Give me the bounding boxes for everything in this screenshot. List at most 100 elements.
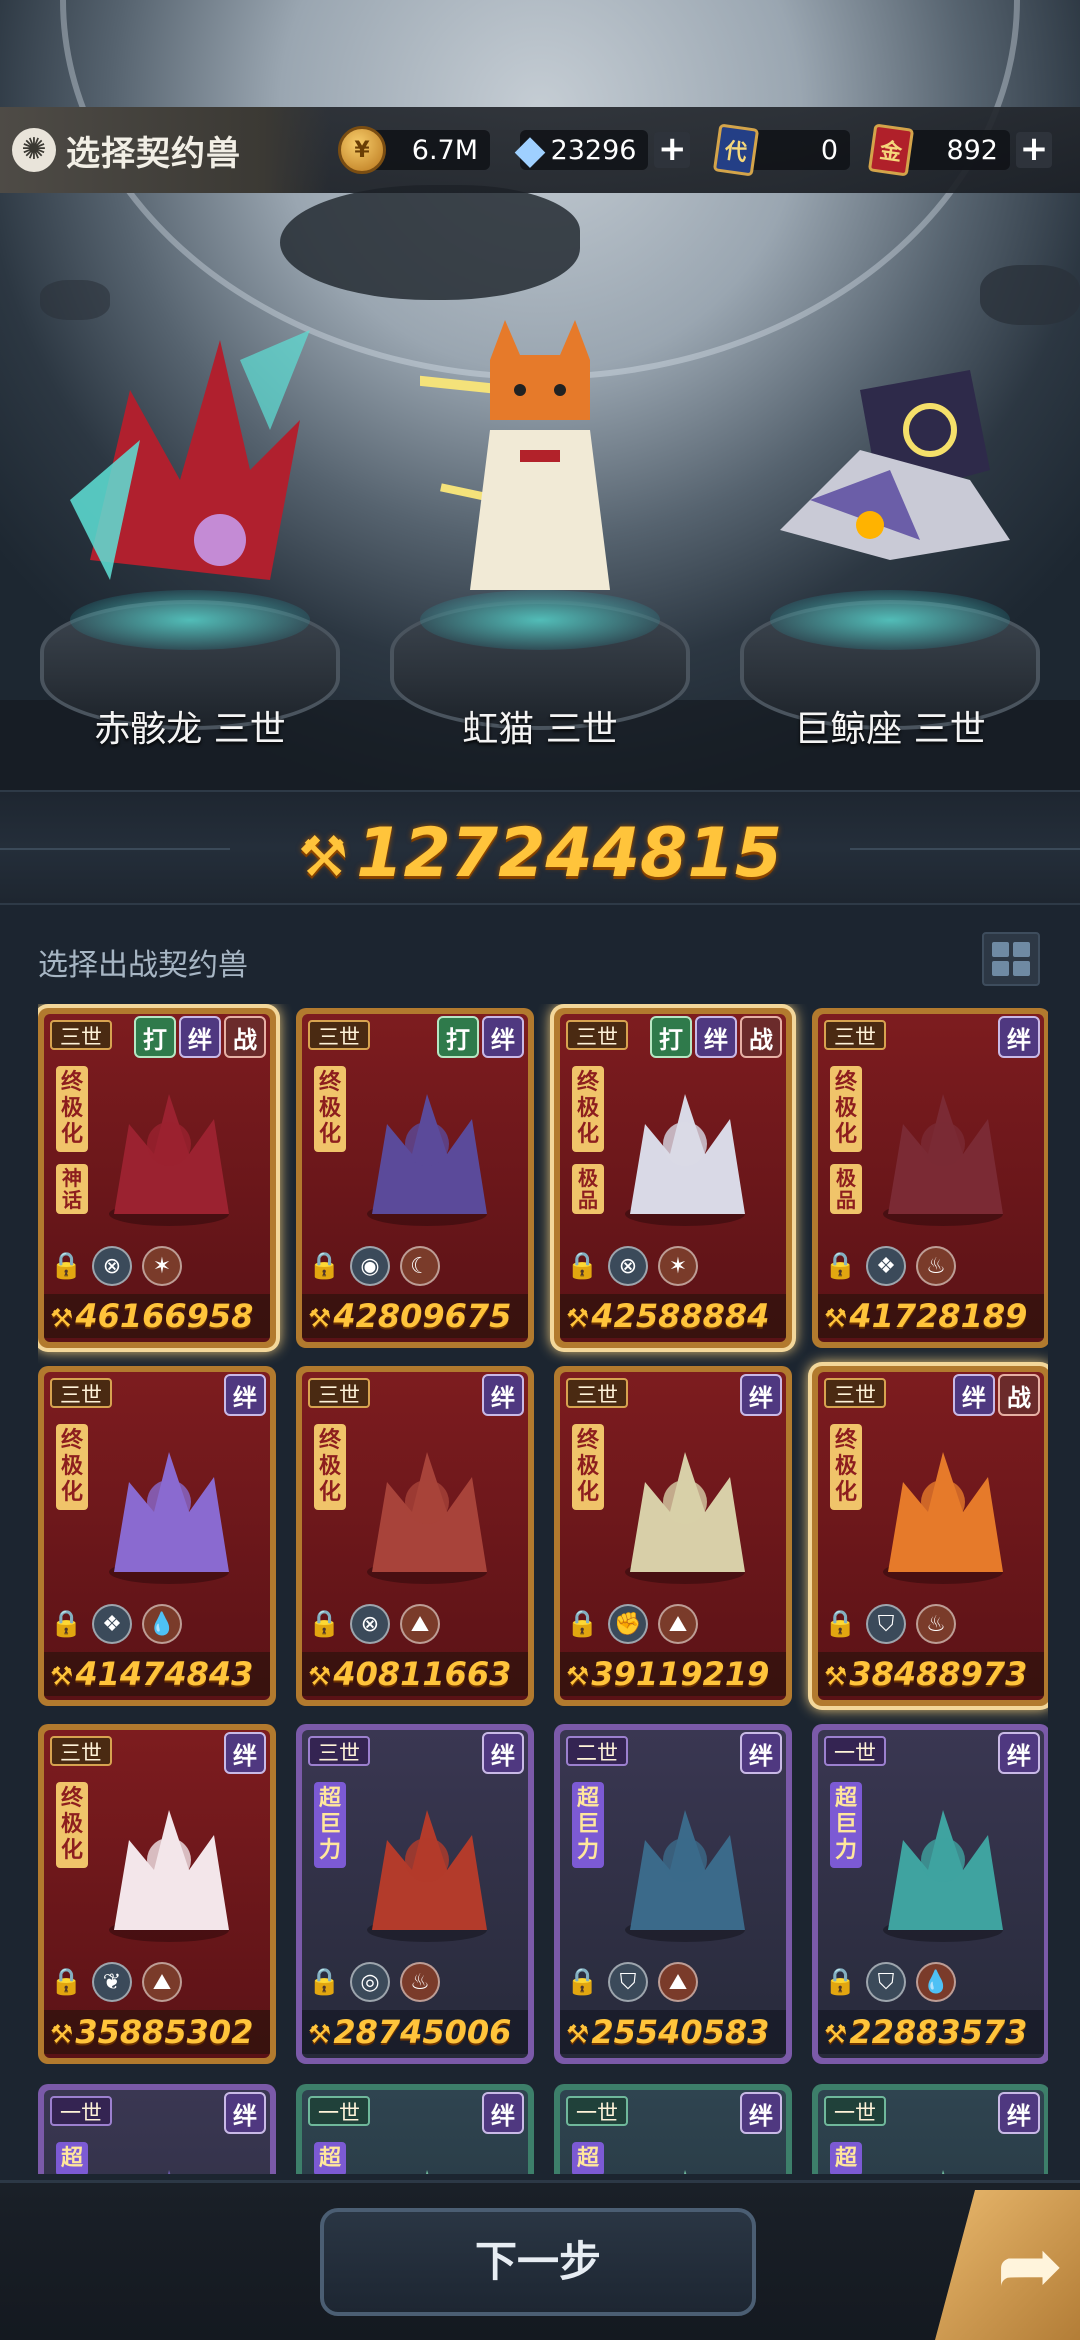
pet-card[interactable]: 三世 打绊 终极化 🔒 ◉ ☾ ⚒42809675 (296, 1008, 534, 1348)
pet-card[interactable]: 一世 绊 超 (554, 2084, 792, 2174)
grid-icon-cell (1013, 942, 1030, 957)
team-slot-1[interactable]: 赤骸龙 三世 (20, 300, 360, 790)
card-power-value: 42809675 (333, 1297, 512, 1335)
card-power-value: 41474843 (75, 1655, 254, 1693)
pet-card[interactable]: 二世 绊 超巨力 🔒 ⛉ ⛰ ⚒25540583 (554, 1724, 792, 2064)
lock-icon[interactable]: 🔒 (824, 1965, 856, 1999)
lock-icon[interactable]: 🔒 (308, 1965, 340, 1999)
element-icon: ⊗ (608, 1246, 648, 1286)
add-gold-button[interactable]: + (1016, 132, 1052, 168)
team-slot-name: 虹猫 三世 (462, 709, 618, 750)
pet-card-inner: 一世 绊 超巨力 🔒 ⛉ 💧 ⚒22883573 (818, 1730, 1044, 2058)
card-power-value: 39119219 (591, 1655, 770, 1693)
card-icon-row: 🔒 ⛉ ⛰ (566, 1960, 786, 2004)
attribute-icon: 💧 (916, 1962, 956, 2002)
status-tag: 绊 (482, 2092, 524, 2134)
pet-card[interactable]: 一世 绊 超巨力 🔒 ⛉ 💧 ⚒22883573 (812, 1724, 1048, 2064)
card-power: ⚒41474843 (44, 1652, 270, 1696)
status-tag: 绊 (998, 1016, 1040, 1058)
evolution-badge: 终极化 (830, 1424, 862, 1510)
page-title-box[interactable]: ✺ 选择契约兽 (0, 107, 330, 193)
attribute-icon: ♨ (400, 1962, 440, 2002)
status-tag: 战 (740, 1016, 782, 1058)
evolution-badge: 超巨力 (572, 1782, 604, 1868)
tag-group: 绊 (740, 2092, 782, 2134)
tier-badge: 三世 (50, 1020, 112, 1050)
evolution-badge: 终极化 (314, 1424, 346, 1510)
attribute-icon: ⛰ (142, 1962, 182, 2002)
status-tag: 绊 (998, 1732, 1040, 1774)
pet-card[interactable]: 三世 绊 终极化 🔒 ⊗ ⛰ ⚒40811663 (296, 1366, 534, 1706)
pet-card[interactable]: 三世打绊战 终极化 极品 🔒 ⊗ ✶ ⚒42588884 (554, 1008, 792, 1348)
card-power: ⚒39119219 (560, 1652, 786, 1696)
pet-portrait (625, 1810, 745, 1942)
pet-portrait (109, 1452, 229, 1584)
element-icon: ❖ (92, 1604, 132, 1644)
card-power: ⚒35885302 (44, 2010, 270, 2054)
pet-card[interactable]: 三世 绊 终极化 🔒 ✊ ⛰ ⚒39119219 (554, 1366, 792, 1706)
grid-view-toggle[interactable] (982, 932, 1040, 986)
status-tag: 打 (437, 1016, 479, 1058)
lock-icon[interactable]: 🔒 (824, 1607, 856, 1641)
pet-card-grid: 三世打绊战 终极化 神话 🔒 ⊗ ✶ ⚒46166958 三世打绊 终极化 🔒 ◉ ☾ ⚒42809… (38, 1004, 1048, 2174)
pet-portrait (367, 1452, 487, 1584)
lock-icon[interactable]: 🔒 (50, 1607, 82, 1641)
grid-icon-cell (992, 961, 1009, 976)
attribute-icon: ⛰ (658, 1962, 698, 2002)
card-power: ⚒46166958 (44, 1294, 270, 1338)
pet-card-inner: 三世 绊 终极化 🔒 ✊ ⛰ ⚒39119219 (560, 1372, 786, 1700)
next-step-button[interactable]: 下一步 (320, 2208, 756, 2316)
tier-badge: 三世 (50, 1378, 112, 1408)
team-slot-3[interactable]: 巨鲸座 三世 (720, 300, 1060, 790)
lock-icon[interactable]: 🔒 (50, 1965, 82, 1999)
lock-icon[interactable]: 🔒 (566, 1249, 598, 1283)
power-icon: ⚒ (824, 1662, 848, 1692)
attribute-icon: ⛰ (658, 1604, 698, 1644)
card-power: ⚒42809675 (302, 1294, 528, 1338)
power-icon: ⚒ (824, 1304, 848, 1334)
pet-card[interactable]: 三世 绊 终极化 极品 🔒 ❖ ♨ ⚒41728189 (812, 1008, 1048, 1348)
lock-icon[interactable]: 🔒 (50, 1249, 82, 1283)
lock-icon[interactable]: 🔒 (566, 1965, 598, 1999)
pet-card[interactable]: 一世 绊 超 (296, 2084, 534, 2174)
pet-card[interactable]: 三世 绊战 终极化 🔒 ⛉ ♨ ⚒38488973 (812, 1366, 1048, 1706)
card-icon-row: 🔒 ✊ ⛰ (566, 1602, 786, 1646)
status-tag: 绊 (740, 1732, 782, 1774)
total-power-row: ⚒ 127244815 (0, 790, 1080, 905)
add-crystal-button[interactable]: + (654, 132, 690, 168)
lock-icon[interactable]: 🔒 (308, 1249, 340, 1283)
team-slot-2[interactable]: 虹猫 三世 (370, 300, 710, 790)
tier-badge: 一世 (824, 2096, 886, 2126)
power-icon: ⚒ (566, 2020, 590, 2050)
lock-icon[interactable]: 🔒 (566, 1607, 598, 1641)
pet-card-inner: 一世 绊 超 (560, 2090, 786, 2174)
pet-portrait (109, 1810, 229, 1942)
lock-icon[interactable]: 🔒 (824, 1249, 856, 1283)
total-power: ⚒ 127244815 (0, 814, 1080, 893)
pet-card-inner: 三世 绊 超巨力 🔒 ◎ ♨ ⚒28745006 (302, 1730, 528, 2058)
pet-card[interactable]: 三世打绊战 终极化 神话 🔒 ⊗ ✶ ⚒46166958 (38, 1008, 276, 1348)
pet-card[interactable]: 三世 绊 终极化 🔒 ❦ ⛰ ⚒35885302 (38, 1724, 276, 2064)
gold-card-icon: 金 (867, 123, 915, 177)
attribute-icon: ✶ (142, 1246, 182, 1286)
pet-card[interactable]: 一世 绊 超 (812, 2084, 1048, 2174)
pet-card[interactable]: 三世 绊 超巨力 🔒 ◎ ♨ ⚒28745006 (296, 1724, 534, 2064)
attribute-icon: 💧 (142, 1604, 182, 1644)
pet-portrait (942, 2170, 945, 2174)
card-power-value: 42588884 (591, 1297, 770, 1335)
card-power: ⚒40811663 (302, 1652, 528, 1696)
tier-badge: 三世 (308, 1020, 370, 1050)
pet-card[interactable]: 一世 绊 超 (38, 2084, 276, 2174)
tag-group: 绊 (224, 1374, 266, 1416)
status-tag: 绊 (740, 2092, 782, 2134)
power-icon: ⚒ (50, 1304, 74, 1334)
element-icon: ◎ (350, 1962, 390, 2002)
pet-portrait (883, 1094, 1003, 1226)
lock-icon[interactable]: 🔒 (308, 1607, 340, 1641)
evolution-badge: 超巨力 (830, 1782, 862, 1868)
status-tag: 绊 (224, 1732, 266, 1774)
pet-card[interactable]: 三世 绊 终极化 🔒 ❖ 💧 ⚒41474843 (38, 1366, 276, 1706)
element-icon: ⛉ (866, 1604, 906, 1644)
tier-badge: 三世 (824, 1378, 886, 1408)
attribute-icon: ⛰ (400, 1604, 440, 1644)
